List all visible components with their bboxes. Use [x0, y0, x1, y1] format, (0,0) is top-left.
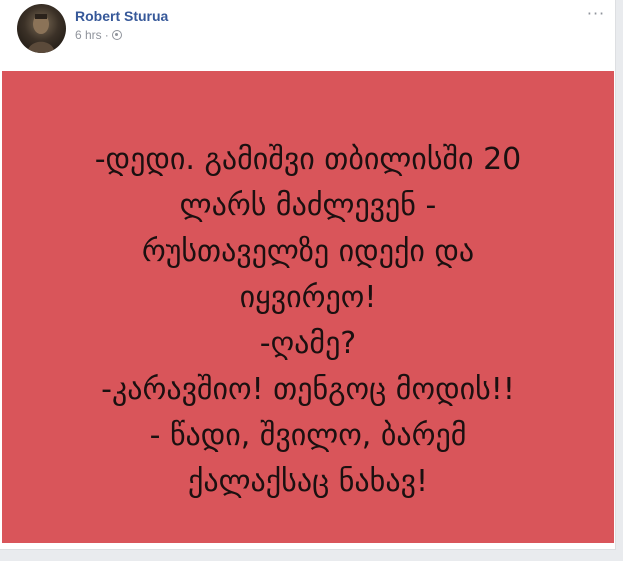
- post-header: Robert Sturua 6 hrs · ···: [0, 0, 615, 70]
- image-text-line: -დედი. გამიშვი თბილისში 20: [94, 142, 522, 177]
- globe-icon[interactable]: [111, 30, 122, 40]
- post-timestamp[interactable]: 6 hrs: [75, 28, 102, 42]
- image-text-line: ქალაქსაც ნახავ!: [188, 464, 428, 499]
- image-text-line: - წადი, შვილო, ბარემ: [149, 418, 467, 453]
- author-avatar[interactable]: [17, 4, 66, 53]
- feed-post: Robert Sturua 6 hrs · ··· -დედი. გამიშვი…: [0, 0, 616, 550]
- post-options-button[interactable]: ···: [582, 4, 610, 24]
- image-text-line: იყვირეო!: [239, 280, 377, 315]
- post-image-text: -დედი. გამიშვი თბილისში 20 ლარს მაძლევენ …: [2, 137, 614, 505]
- image-text-line: ლარს მაძლევენ -: [179, 188, 437, 223]
- image-text-line: რუსთაველზე იდექი და: [141, 234, 475, 269]
- post-meta: 6 hrs ·: [75, 28, 122, 42]
- more-icon: ···: [586, 4, 606, 23]
- post-image[interactable]: -დედი. გამიშვი თბილისში 20 ლარს მაძლევენ …: [2, 71, 614, 543]
- image-text-line: -ღამე?: [259, 326, 357, 361]
- author-name-link[interactable]: Robert Sturua: [75, 8, 168, 24]
- avatar-photo-icon: [27, 14, 55, 53]
- meta-separator: ·: [104, 28, 109, 42]
- image-text-line: -კარავშიო! თენგოც მოდის!!: [101, 372, 515, 407]
